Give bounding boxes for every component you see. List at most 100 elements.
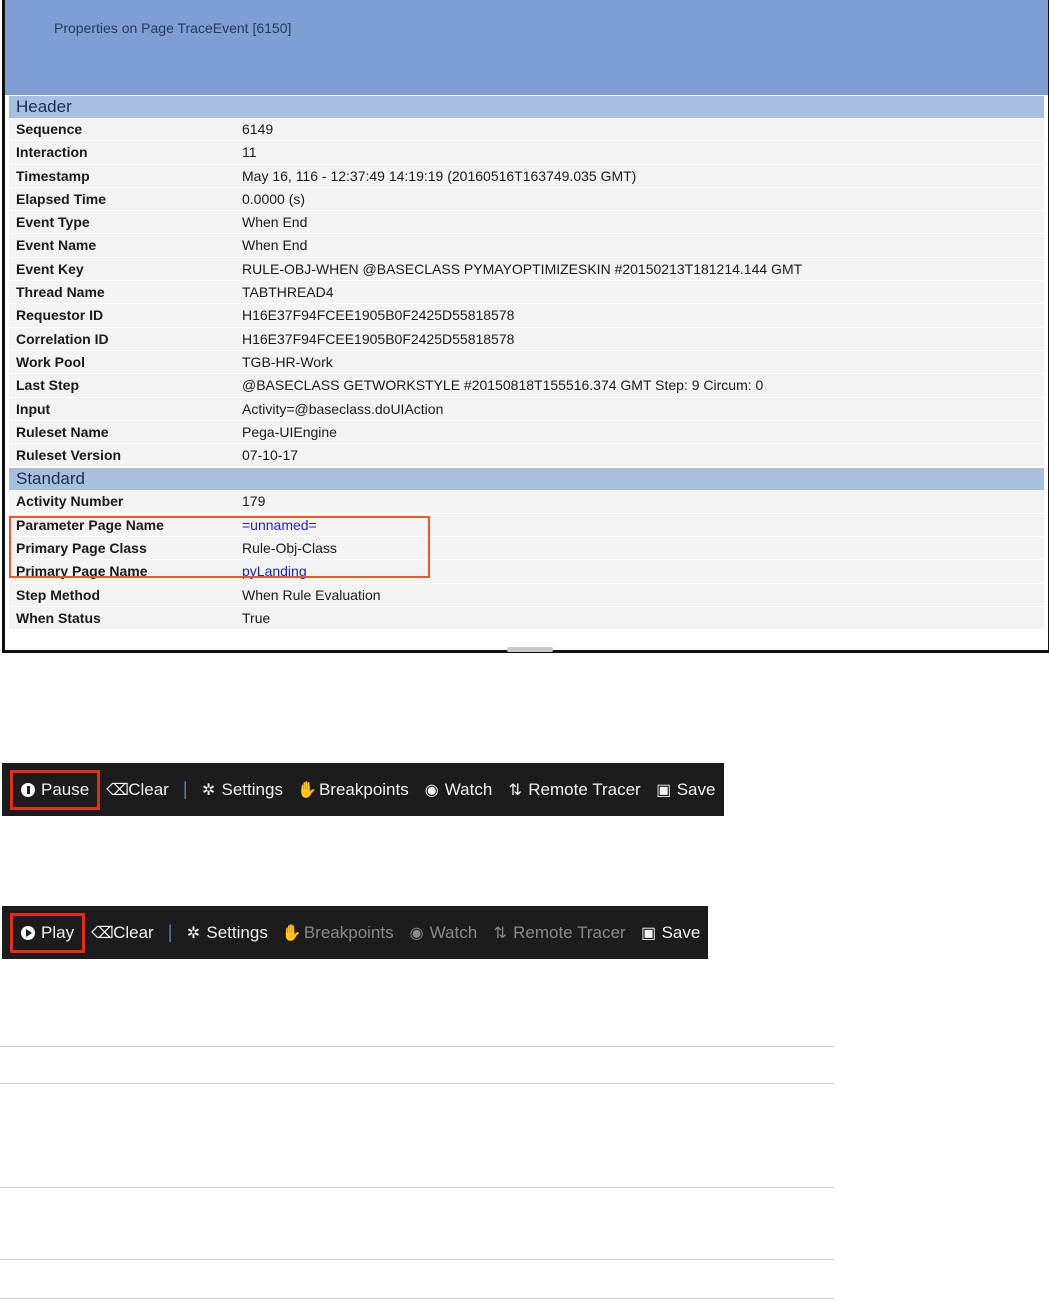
remote-tracer-label: Remote Tracer xyxy=(528,779,641,799)
eraser-icon: ⌫ xyxy=(106,781,129,799)
clear-button[interactable]: ⌫ Clear xyxy=(91,923,154,943)
prop-row-parameter-page-name: Parameter Page Name =unnamed= xyxy=(9,513,1044,538)
clear-label: Clear xyxy=(128,779,169,799)
save-icon: ▣ xyxy=(656,781,672,799)
settings-icon: ✲ xyxy=(201,781,216,799)
scroll-handle[interactable] xyxy=(507,647,553,652)
divider-line xyxy=(0,1083,834,1084)
prop-value: TABTHREAD4 xyxy=(242,284,334,301)
toolbar-divider: | xyxy=(182,779,188,799)
prop-row-input: Input Activity=@baseclass.doUIAction xyxy=(9,397,1044,421)
remote-tracer-label: Remote Tracer xyxy=(513,922,626,942)
prop-value: True xyxy=(242,609,271,626)
prop-key: Event Name xyxy=(16,237,97,254)
prop-key: Event Type xyxy=(16,214,90,231)
prop-row-elapsed-time: Elapsed Time 0.0000 (s) xyxy=(9,187,1044,212)
save-label: Save xyxy=(661,922,701,942)
prop-value: May 16, 116 - 12:37:49 14:19:19 (2016051… xyxy=(242,167,637,184)
prop-row-work-pool: Work Pool TGB-HR-Work xyxy=(9,350,1044,375)
hand-icon: ✋ xyxy=(281,924,302,942)
prop-key: Elapsed Time xyxy=(16,190,107,207)
prop-key: Timestamp xyxy=(16,167,90,184)
prop-key: Activity Number xyxy=(16,493,124,510)
remote-tracer-icon: ⇅ xyxy=(508,781,522,799)
prop-value: H16E37F94FCEE1905B0F2425D55818578 xyxy=(242,307,515,324)
panel-title-bar: Properties on Page TraceEvent [6150] xyxy=(5,0,1048,95)
prop-key: Interaction xyxy=(16,144,88,161)
panel-title: Properties on Page TraceEvent [6150] xyxy=(54,20,292,36)
prop-row-step-method: Step Method When Rule Evaluation xyxy=(9,583,1044,607)
prop-row-primary-page-class: Primary Page Class Rule-Obj-Class xyxy=(9,537,1044,561)
prop-key: Sequence xyxy=(16,121,83,137)
divider-line xyxy=(0,1259,834,1260)
play-label: Play xyxy=(41,922,75,942)
prop-row-timestamp: Timestamp May 16, 116 - 12:37:49 14:19:19… xyxy=(9,164,1044,188)
prop-row-requestor-id: Requestor ID H16E37F94FCEE1905B0F2425D558… xyxy=(9,304,1044,328)
remote-tracer-button-disabled: ⇅ Remote Tracer xyxy=(491,923,625,943)
prop-value: TGB-HR-Work xyxy=(242,353,333,370)
settings-button[interactable]: ✲ Settings xyxy=(200,780,283,800)
remote-tracer-icon: ⇅ xyxy=(493,924,507,942)
divider-line xyxy=(0,1298,834,1299)
prop-key: Work Pool xyxy=(16,353,85,370)
prop-row-interaction: Interaction 11 xyxy=(9,141,1044,165)
prop-key: Step Method xyxy=(16,586,100,603)
toolbar-divider: | xyxy=(167,922,173,942)
prop-row-activity-number: Activity Number 179 xyxy=(9,490,1044,514)
watch-label: Watch xyxy=(429,922,478,942)
prop-key: Requestor ID xyxy=(16,307,104,324)
watch-label: Watch xyxy=(444,779,493,799)
prop-row-event-name: Event Name When End xyxy=(9,234,1044,258)
prop-key: Event Key xyxy=(16,260,84,277)
prop-key: Ruleset Name xyxy=(16,423,109,440)
prop-key: Parameter Page Name xyxy=(16,516,164,533)
pause-button[interactable]: Pause xyxy=(10,769,101,810)
watch-button-disabled: ◉ Watch xyxy=(408,923,478,943)
prop-row-when-status: When Status True xyxy=(9,606,1044,631)
section-header: Header xyxy=(9,96,1044,118)
prop-value: RULE-OBJ-WHEN @BASECLASS PYMAYOPTIMIZESK… xyxy=(242,260,803,277)
prop-value: Activity=@baseclass.doUIAction xyxy=(242,400,444,417)
save-icon: ▣ xyxy=(641,924,657,942)
parameter-page-link[interactable]: =unnamed= xyxy=(242,514,1044,536)
prop-value: 6149 xyxy=(242,121,274,137)
hand-icon: ✋ xyxy=(296,781,317,799)
clear-button[interactable]: ⌫ Clear xyxy=(106,780,169,800)
header-rows: Sequence 6149 Interaction 11 Timestamp May … xyxy=(5,118,1048,468)
settings-icon: ✲ xyxy=(186,924,201,942)
standard-rows: Activity Number 179 Parameter Page Name =u… xyxy=(5,490,1048,631)
play-icon xyxy=(21,925,35,940)
breakpoints-button[interactable]: ✋ Breakpoints xyxy=(297,780,409,800)
prop-row-sequence: Sequence 6149 xyxy=(9,118,1044,142)
primary-page-link[interactable]: pyLanding xyxy=(242,560,1044,582)
save-button[interactable]: ▣ Save xyxy=(655,780,715,800)
prop-row-last-step: Last Step @BASECLASS GETWORKSTYLE #201508… xyxy=(9,374,1044,398)
tracer-toolbar-running: Pause ⌫ Clear | ✲ Settings ✋ Breakpoints… xyxy=(2,763,724,816)
divider-line xyxy=(0,1187,834,1188)
prop-value: 11 xyxy=(242,144,257,161)
settings-label: Settings xyxy=(221,779,283,799)
pause-label: Pause xyxy=(41,779,90,799)
prop-row-event-type: Event Type When End xyxy=(9,211,1044,235)
tracer-toolbar-paused: Play ⌫ Clear | ✲ Settings ✋ Breakpoints … xyxy=(2,906,708,959)
prop-value: When Rule Evaluation xyxy=(242,586,381,603)
eye-icon: ◉ xyxy=(409,924,424,942)
watch-button[interactable]: ◉ Watch xyxy=(423,780,493,800)
prop-key: Last Step xyxy=(16,377,80,394)
pause-icon xyxy=(21,782,35,797)
prop-row-ruleset-name: Ruleset Name Pega-UIEngine xyxy=(9,420,1044,445)
prop-key: Thread Name xyxy=(16,284,105,301)
prop-value: @BASECLASS GETWORKSTYLE #20150818T155516… xyxy=(242,377,764,394)
play-button[interactable]: Play xyxy=(10,912,86,953)
prop-row-primary-page-name: Primary Page Name pyLanding xyxy=(9,560,1044,584)
save-button[interactable]: ▣ Save xyxy=(640,922,701,943)
divider-line xyxy=(0,1046,834,1047)
remote-tracer-button[interactable]: ⇅ Remote Tracer xyxy=(506,779,641,800)
prop-value: Pega-UIEngine xyxy=(242,423,337,440)
settings-label: Settings xyxy=(206,922,268,942)
breakpoints-label: Breakpoints xyxy=(318,779,409,799)
prop-value: 179 xyxy=(242,493,266,510)
section-standard: Standard xyxy=(9,468,1044,491)
settings-button[interactable]: ✲ Settings xyxy=(184,922,268,943)
prop-value: When End xyxy=(242,214,308,231)
